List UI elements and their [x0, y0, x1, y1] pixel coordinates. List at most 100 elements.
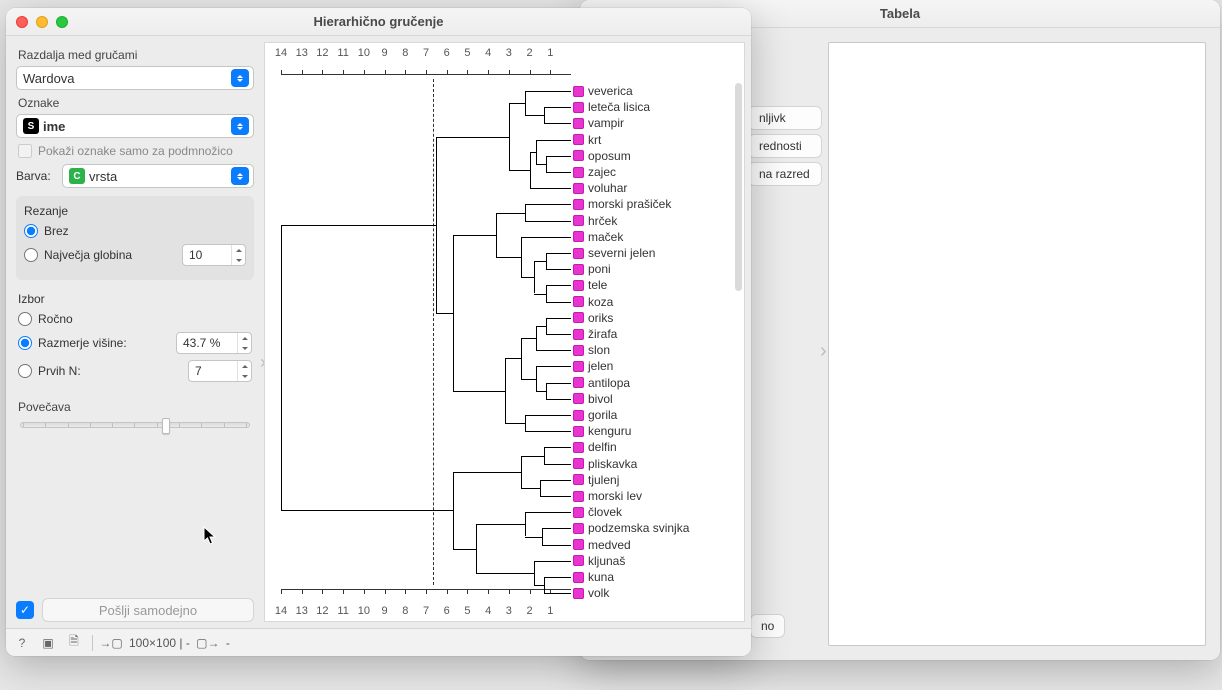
- cut-maxdepth-label: Največja globina: [44, 248, 132, 262]
- leaf-text: pliskavka: [588, 457, 637, 471]
- plot-scrollbar[interactable]: [735, 83, 742, 291]
- leaf-label[interactable]: voluhar: [573, 180, 627, 196]
- leaf-label[interactable]: poni: [573, 261, 611, 277]
- maximize-icon[interactable]: [56, 16, 68, 28]
- tick-label: 6: [444, 605, 450, 617]
- color-box-icon: [573, 329, 584, 340]
- selection-section-label: Izbor: [18, 292, 252, 306]
- tabela-option-3[interactable]: na razred: [748, 162, 822, 186]
- cut-none-label: Brez: [44, 224, 69, 238]
- leaf-label[interactable]: krt: [573, 132, 601, 148]
- leaf-text: kljunaš: [588, 554, 625, 568]
- leaf-text: bivol: [588, 392, 613, 406]
- leaf-label[interactable]: slon: [573, 342, 610, 358]
- leaf-label[interactable]: oposum: [573, 148, 631, 164]
- leaf-label[interactable]: antilopa: [573, 375, 630, 391]
- color-select[interactable]: C vrsta: [62, 164, 254, 188]
- leaf-label[interactable]: žirafa: [573, 326, 617, 342]
- leaf-label[interactable]: veverica: [573, 83, 633, 99]
- leaf-label[interactable]: vampir: [573, 115, 624, 131]
- save-icon[interactable]: ▣: [40, 635, 56, 651]
- leaf-label[interactable]: kuna: [573, 569, 614, 585]
- tick-label: 7: [423, 47, 429, 59]
- leaf-label[interactable]: delfin: [573, 439, 617, 455]
- tabela-title: Tabela: [880, 6, 920, 21]
- leaf-label[interactable]: tjulenj: [573, 472, 619, 488]
- color-box-icon: [573, 150, 584, 161]
- leaf-label[interactable]: kljunaš: [573, 553, 625, 569]
- slider-thumb-icon[interactable]: [162, 418, 170, 434]
- help-icon[interactable]: ?: [14, 635, 30, 651]
- leaf-text: voluhar: [588, 181, 627, 195]
- labels-select[interactable]: S ime: [16, 114, 254, 138]
- sel-manual-radio[interactable]: [18, 312, 32, 326]
- dendrogram-plot[interactable]: 14131211109876543211413121110987654321ve…: [264, 42, 745, 622]
- cut-maxdepth-radio[interactable]: [24, 248, 38, 262]
- leaf-label[interactable]: podzemska svinjka: [573, 520, 689, 536]
- tabela-option-1[interactable]: nljivk: [748, 106, 822, 130]
- leaf-label[interactable]: človek: [573, 504, 622, 520]
- sidebar-expand-icon[interactable]: ›: [260, 352, 264, 373]
- leaf-label[interactable]: oriks: [573, 310, 613, 326]
- auto-send-checkbox[interactable]: ✓: [16, 601, 34, 619]
- sel-ratio-input[interactable]: 43.7 %: [176, 332, 252, 354]
- linkage-value: Wardova: [23, 71, 75, 86]
- send-auto-button[interactable]: Pošlji samodejno: [42, 598, 254, 622]
- leaf-text: poni: [588, 262, 611, 276]
- clustering-window: Hierarhično gručenje Razdalja med gručam…: [6, 8, 751, 656]
- tick-label: 11: [337, 47, 348, 59]
- leaf-text: zajec: [588, 165, 616, 179]
- leaf-label[interactable]: bivol: [573, 391, 613, 407]
- tick-label: 2: [527, 605, 533, 617]
- leaf-label[interactable]: jelen: [573, 358, 613, 374]
- leaf-label[interactable]: volk: [573, 585, 609, 601]
- leaf-label[interactable]: maček: [573, 229, 623, 245]
- linkage-select[interactable]: Wardova: [16, 66, 254, 90]
- status-bar: ? ▣ 🗎 →▢ 100×100 | - ▢→ -: [6, 628, 751, 656]
- chevron-updown-icon: [231, 167, 249, 185]
- sel-ratio-radio[interactable]: [18, 336, 32, 350]
- leaf-label[interactable]: hrček: [573, 213, 617, 229]
- linkage-label: Razdalja med gručami: [18, 48, 254, 62]
- leaf-label[interactable]: koza: [573, 294, 613, 310]
- color-label: Barva:: [16, 169, 56, 183]
- cut-maxdepth-input[interactable]: 10: [182, 244, 246, 266]
- color-box-icon: [573, 393, 584, 404]
- leaf-label[interactable]: severni jelen: [573, 245, 655, 261]
- leaf-label[interactable]: zajec: [573, 164, 616, 180]
- close-icon[interactable]: [16, 16, 28, 28]
- leaf-label[interactable]: morski prašiček: [573, 196, 671, 212]
- leaf-label[interactable]: tele: [573, 277, 607, 293]
- tick-label: 7: [423, 605, 429, 617]
- leaf-label[interactable]: gorila: [573, 407, 617, 423]
- selection-group: Izbor Ročno Razmerje višine: 43.7 % Prvi…: [16, 288, 254, 392]
- color-box-icon: [573, 474, 584, 485]
- color-box-icon: [573, 167, 584, 178]
- minimize-icon[interactable]: [36, 16, 48, 28]
- sel-topn-input[interactable]: 7: [188, 360, 252, 382]
- tick-label: 2: [527, 47, 533, 59]
- x-axis-bottom: 1413121110987654321: [273, 589, 736, 619]
- leaf-label[interactable]: leteča lisica: [573, 99, 650, 115]
- cut-none-radio[interactable]: [24, 224, 38, 238]
- tabela-option-2[interactable]: rednosti: [748, 134, 822, 158]
- color-box-icon: [573, 199, 584, 210]
- color-box-icon: [573, 86, 584, 97]
- clustering-title: Hierarhično gručenje: [313, 14, 443, 29]
- zoom-slider[interactable]: [20, 422, 250, 428]
- tabela-expand-icon[interactable]: ›: [820, 340, 827, 363]
- tick-label: 10: [358, 47, 370, 59]
- tick-label: 13: [296, 605, 308, 617]
- tabela-send-auto[interactable]: no: [750, 614, 785, 638]
- leaf-label[interactable]: kenguru: [573, 423, 631, 439]
- clustering-titlebar[interactable]: Hierarhično gručenje: [6, 8, 751, 36]
- leaf-label[interactable]: medved: [573, 537, 631, 553]
- tick-label: 5: [464, 47, 470, 59]
- tick-label: 14: [275, 47, 287, 59]
- report-icon[interactable]: 🗎: [66, 635, 82, 651]
- sel-topn-radio[interactable]: [18, 364, 32, 378]
- leaf-text: tele: [588, 278, 607, 292]
- leaf-label[interactable]: morski lev: [573, 488, 642, 504]
- leaf-label[interactable]: pliskavka: [573, 456, 637, 472]
- output-icon: ▢→: [200, 635, 216, 651]
